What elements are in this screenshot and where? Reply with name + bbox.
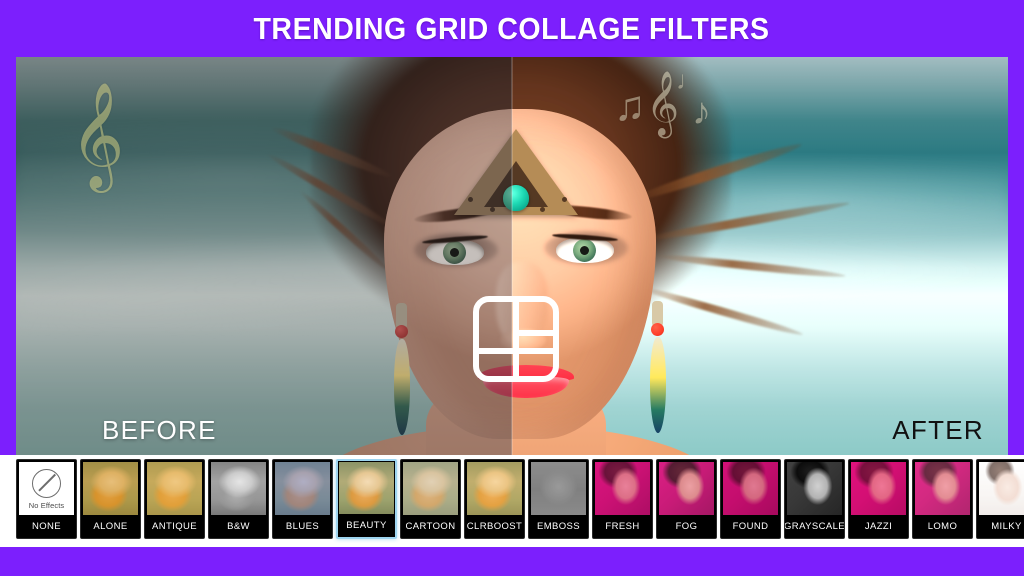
filter-item-beauty[interactable]: BEAUTY bbox=[336, 459, 397, 539]
filter-label: JAZZI bbox=[849, 515, 908, 538]
before-half bbox=[16, 57, 512, 455]
filter-tint-overlay bbox=[979, 462, 1024, 517]
filter-thumbnail: No Effects bbox=[19, 462, 74, 517]
earring-bead-left bbox=[395, 325, 408, 338]
filter-label: NONE bbox=[17, 515, 76, 538]
filter-thumbnail bbox=[595, 462, 650, 517]
filter-tint-overlay bbox=[595, 462, 650, 517]
earring-feather-left bbox=[394, 339, 410, 435]
no-effects-label: No Effects bbox=[28, 501, 65, 510]
grid-collage-icon[interactable] bbox=[472, 295, 560, 383]
filter-label: CARTOON bbox=[401, 515, 460, 538]
filter-tint-overlay bbox=[275, 462, 330, 517]
filter-label: BLUES bbox=[273, 515, 332, 538]
after-photo bbox=[512, 57, 1008, 455]
filter-item-fresh[interactable]: FRESH bbox=[592, 459, 653, 539]
filter-item-fog[interactable]: FOG bbox=[656, 459, 717, 539]
filter-tint-overlay bbox=[83, 462, 138, 517]
filter-item-blues[interactable]: BLUES bbox=[272, 459, 333, 539]
filter-item-clrboost[interactable]: CLRBOOST bbox=[464, 459, 525, 539]
filter-item-cartoon[interactable]: CARTOON bbox=[400, 459, 461, 539]
filter-thumbnail bbox=[915, 462, 970, 517]
filter-item-milky[interactable]: MILKY bbox=[976, 459, 1024, 539]
pupil bbox=[450, 248, 459, 257]
filter-thumbnail bbox=[531, 462, 586, 517]
earring-feather-right bbox=[650, 337, 666, 433]
filter-item-grayscale[interactable]: GRAYSCALE bbox=[784, 459, 845, 539]
filter-label: ALONE bbox=[81, 515, 140, 538]
rivet bbox=[490, 207, 495, 212]
filter-item-b-w[interactable]: B&W bbox=[208, 459, 269, 539]
filter-thumbnail bbox=[723, 462, 778, 517]
filter-label: FOUND bbox=[721, 515, 780, 538]
filter-item-emboss[interactable]: EMBOSS bbox=[528, 459, 589, 539]
pupil bbox=[580, 246, 589, 255]
filter-label: FRESH bbox=[593, 515, 652, 538]
filter-thumbnail bbox=[339, 462, 394, 517]
filter-tint-overlay bbox=[531, 462, 586, 517]
filter-item-lomo[interactable]: LOMO bbox=[912, 459, 973, 539]
filter-label: BEAUTY bbox=[338, 514, 395, 537]
filter-thumbnail bbox=[211, 462, 266, 517]
filter-label: EMBOSS bbox=[529, 515, 588, 538]
filter-tint-overlay bbox=[723, 462, 778, 517]
filter-tint-overlay bbox=[403, 462, 458, 517]
filter-tint-overlay bbox=[147, 462, 202, 517]
no-effects-icon bbox=[32, 469, 61, 498]
filter-thumbnail bbox=[787, 462, 842, 517]
iris bbox=[443, 241, 466, 264]
filter-thumbnail bbox=[147, 462, 202, 517]
after-half bbox=[512, 57, 1008, 455]
filter-item-jazzi[interactable]: JAZZI bbox=[848, 459, 909, 539]
header-bar: TRENDING GRID COLLAGE FILTERS bbox=[0, 0, 1024, 57]
filter-label: MILKY bbox=[977, 515, 1024, 538]
rivet bbox=[468, 197, 473, 202]
filter-label: CLRBOOST bbox=[465, 515, 524, 538]
rivet bbox=[540, 207, 545, 212]
before-photo bbox=[16, 57, 512, 455]
earring-bead-right bbox=[651, 323, 664, 336]
filter-item-alone[interactable]: ALONE bbox=[80, 459, 141, 539]
filter-thumbnail bbox=[403, 462, 458, 517]
filter-tint-overlay bbox=[659, 462, 714, 517]
page-title: TRENDING GRID COLLAGE FILTERS bbox=[253, 11, 771, 46]
before-after-divider[interactable] bbox=[511, 57, 513, 455]
before-label: BEFORE bbox=[102, 415, 217, 445]
filter-strip[interactable]: No Effects NONE ALONE ANTIQUE B&W BLUES BEAUTY… bbox=[16, 459, 1024, 543]
filter-thumbnail bbox=[979, 462, 1024, 517]
filter-tint-overlay bbox=[339, 462, 394, 517]
filter-thumbnail bbox=[275, 462, 330, 517]
iris bbox=[573, 239, 596, 262]
filter-label: LOMO bbox=[913, 515, 972, 538]
filter-tint-overlay bbox=[851, 462, 906, 517]
filter-thumbnail bbox=[659, 462, 714, 517]
rivet bbox=[562, 197, 567, 202]
after-label: AFTER bbox=[892, 415, 984, 445]
filter-label: GRAYSCALE bbox=[785, 515, 844, 538]
filter-tint-overlay bbox=[915, 462, 970, 517]
filter-preview-image bbox=[211, 462, 266, 517]
filter-preview-image bbox=[787, 462, 842, 517]
filter-thumbnail bbox=[851, 462, 906, 517]
filter-item-found[interactable]: FOUND bbox=[720, 459, 781, 539]
photo-preview-stage[interactable]: 𝄞 ♫ 𝄞 ♩ ♪ BEFORE AFTER bbox=[16, 57, 1008, 455]
filter-label: B&W bbox=[209, 515, 268, 538]
filter-thumbnail bbox=[467, 462, 522, 517]
filter-thumbnail bbox=[83, 462, 138, 517]
filter-item-none[interactable]: No Effects NONE bbox=[16, 459, 77, 539]
filter-item-antique[interactable]: ANTIQUE bbox=[144, 459, 205, 539]
filter-tint-overlay bbox=[467, 462, 522, 517]
filter-label: FOG bbox=[657, 515, 716, 538]
filter-label: ANTIQUE bbox=[145, 515, 204, 538]
app-root: TRENDING GRID COLLAGE FILTERS 𝄞 ♫ 𝄞 ♩ ♪ … bbox=[0, 0, 1024, 576]
